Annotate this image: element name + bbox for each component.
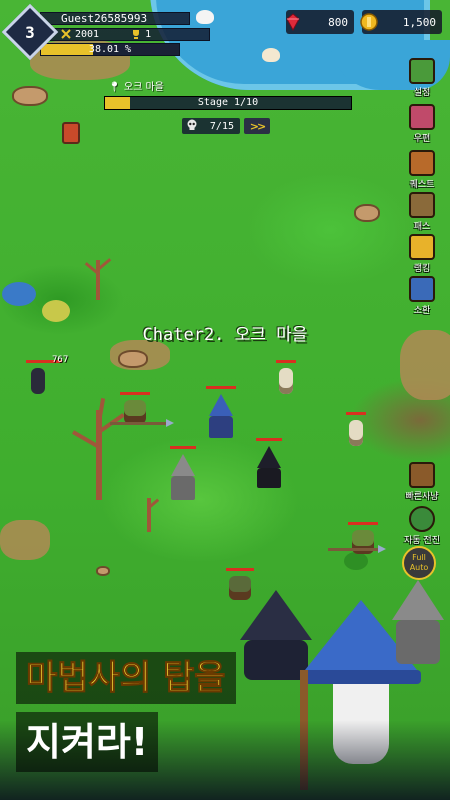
- skeleton-enemy[interactable]: [276, 360, 296, 394]
- pass-icon: [409, 192, 435, 218]
- scythe-enemy[interactable]: [26, 360, 62, 394]
- side-menu-item[interactable]: 랭킹: [400, 234, 444, 274]
- gold-counter[interactable]: 1,500: [360, 10, 442, 34]
- skull-icon: [186, 119, 198, 134]
- promo-headline-line1: 마법사의 탑을: [16, 652, 236, 704]
- dead-tree: [135, 492, 165, 532]
- crossed-swords-icon: [61, 29, 71, 39]
- side-menu-label: 퀘스트: [409, 180, 435, 190]
- kill-counter: 7/15: [182, 118, 240, 134]
- player-name: Guest26585993: [40, 12, 190, 25]
- stage-label: Stage 1/10: [197, 97, 259, 108]
- xp-bar: 38.01 %: [40, 43, 180, 56]
- stage-progress-bar: Stage 1/10: [104, 96, 352, 110]
- trophy-value: 1: [145, 29, 152, 40]
- crown-icon: [409, 234, 435, 260]
- level-number: 3: [25, 22, 35, 42]
- bush: [2, 282, 36, 306]
- side-bottom-item[interactable]: 빠른사냥: [400, 462, 444, 502]
- promo-headline-line2: 지켜라!: [16, 712, 159, 772]
- gem-value: 800: [328, 15, 348, 29]
- player-stats: 2001 1: [40, 28, 210, 41]
- brazier: [62, 122, 80, 144]
- gold-coin-icon: [358, 11, 380, 33]
- side-menu-label: 소환: [413, 306, 431, 316]
- location-pin-icon: 📍︎: [108, 82, 121, 93]
- trophy-icon: [131, 29, 141, 39]
- side-menu-item[interactable]: 우편: [400, 104, 444, 144]
- bush: [344, 552, 368, 570]
- gem-counter[interactable]: 800: [286, 10, 354, 34]
- chapter-title: Chater2. 오크 마을: [142, 325, 308, 345]
- staff-wizard-hero[interactable]: [170, 446, 196, 500]
- side-menu-label: 패스: [413, 222, 431, 232]
- side-menu-label: 랭킹: [413, 264, 431, 274]
- location-label: 📍︎ 오크 마을: [108, 82, 164, 93]
- side-bottom-label: 빠른사냥: [405, 492, 439, 502]
- wizard-hero[interactable]: [206, 386, 236, 438]
- fast-forward-button[interactable]: >>: [244, 118, 270, 134]
- chest-icon: [409, 462, 435, 488]
- summon-orb-icon: [409, 276, 435, 302]
- side-menu-item[interactable]: 설정: [400, 58, 444, 98]
- swan: [262, 48, 280, 62]
- power-value: 2001: [75, 29, 100, 40]
- xp-text: 38.01 %: [88, 44, 132, 55]
- side-menu-item[interactable]: 소환: [400, 276, 444, 316]
- player-panel[interactable]: Guest26585993 2001 1 38.01 % 3: [1, 3, 226, 61]
- quest-icon: [409, 150, 435, 176]
- gold-value: 1,500: [402, 15, 436, 29]
- side-menu-item[interactable]: 퀘스트: [400, 150, 444, 190]
- side-bottom-label: 자동 전진: [404, 536, 440, 546]
- rock: [96, 566, 110, 576]
- gear-icon: [409, 58, 435, 84]
- skeleton-enemy[interactable]: [346, 412, 366, 446]
- side-bottom-item[interactable]: 자동 전진: [400, 506, 444, 546]
- auto-advance-icon: [409, 506, 435, 532]
- full-auto-button[interactable]: Full Auto: [402, 546, 436, 580]
- foreground-grey-wizard: [388, 580, 448, 670]
- damage-number: 767: [52, 355, 69, 365]
- orc-spearman-enemy[interactable]: [110, 392, 174, 427]
- dark-wizard-hero[interactable]: [256, 438, 282, 488]
- fast-forward-icon: >>: [249, 119, 267, 133]
- side-menu-label: 설정: [413, 88, 431, 98]
- side-menu-label: 우편: [413, 134, 431, 144]
- rock: [118, 350, 148, 368]
- dead-tree: [80, 250, 120, 300]
- rock: [354, 204, 380, 222]
- dirt-patch: [0, 520, 50, 560]
- red-gem-icon: [282, 11, 304, 33]
- orc-spearman-enemy[interactable]: [328, 522, 386, 554]
- mail-icon: [409, 104, 435, 130]
- bush: [42, 300, 70, 322]
- rock: [12, 86, 48, 106]
- side-menu-item[interactable]: 패스: [400, 192, 444, 232]
